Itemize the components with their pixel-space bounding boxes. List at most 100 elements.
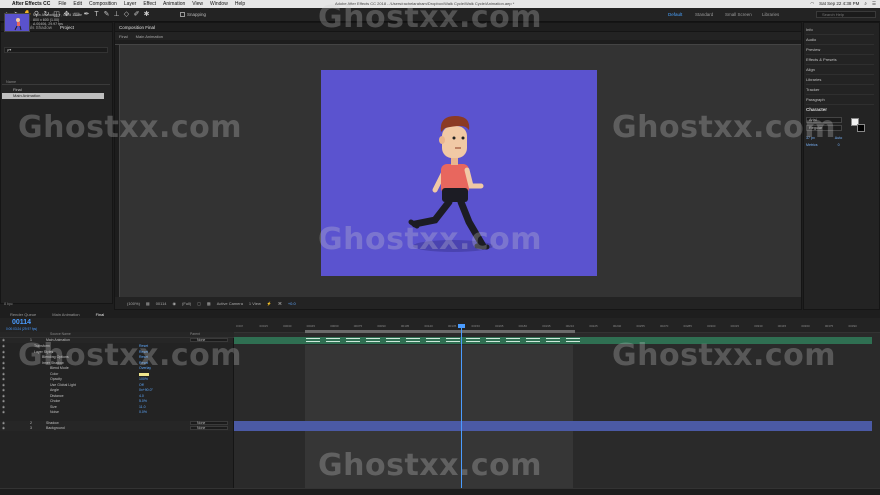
workspace-standard[interactable]: Standard: [695, 12, 713, 17]
row-name[interactable]: Opacity: [50, 377, 62, 382]
property-row[interactable]: ◉ Angle 0x+90.0°: [0, 388, 233, 393]
color-swatch[interactable]: [139, 373, 149, 376]
keyframe-cluster[interactable]: [346, 338, 360, 342]
tab-composition-final[interactable]: Composition Final: [119, 25, 155, 30]
menu-effect[interactable]: Effect: [143, 1, 156, 7]
keyframe-cluster[interactable]: [506, 338, 520, 342]
transparency-grid-icon[interactable]: ▩: [207, 301, 211, 306]
row-name[interactable]: Noise: [50, 410, 59, 415]
parent-dropdown[interactable]: None: [190, 426, 228, 430]
tab-render-queue[interactable]: Render Queue: [10, 312, 36, 317]
menu-view[interactable]: View: [192, 1, 203, 7]
visibility-eye-icon[interactable]: ◉: [2, 338, 5, 343]
menu-layer[interactable]: Layer: [124, 1, 137, 7]
property-row[interactable]: ◉ Choke 5.0%: [0, 399, 233, 404]
panel-info[interactable]: Info: [806, 25, 874, 35]
column-source-name[interactable]: Source Name: [50, 332, 71, 336]
property-row[interactable]: ◉ Noise 0.0%: [0, 410, 233, 415]
eraser-tool-icon[interactable]: ◇: [123, 11, 130, 18]
visibility-eye-icon[interactable]: ◉: [2, 377, 5, 382]
tab-main-animation[interactable]: Main Animation: [52, 312, 79, 317]
visibility-eye-icon[interactable]: ◉: [2, 366, 5, 371]
keyframe-cluster[interactable]: [426, 338, 440, 342]
keyframe-cluster[interactable]: [366, 338, 380, 342]
roto-brush-tool-icon[interactable]: ✐: [133, 11, 140, 18]
menu-composition[interactable]: Composition: [89, 1, 117, 7]
snapping-toggle[interactable]: Snapping: [180, 12, 206, 17]
project-item-main-animation[interactable]: Main Animation: [2, 93, 104, 99]
panel-align[interactable]: Align: [806, 65, 874, 75]
panel-tracker[interactable]: Tracker: [806, 85, 874, 95]
exposure-value[interactable]: +0.0: [288, 301, 296, 306]
spotlight-icon[interactable]: ⌕: [864, 1, 867, 7]
snapping-checkbox[interactable]: [180, 12, 185, 17]
layer-bar-background[interactable]: [234, 426, 872, 431]
menu-edit[interactable]: Edit: [73, 1, 82, 7]
property-value[interactable]: 100%: [139, 377, 148, 382]
menu-animation[interactable]: Animation: [163, 1, 185, 7]
resolution-dropdown[interactable]: (Full): [182, 301, 191, 306]
clock[interactable]: Sat Sep 22 4:38 PM: [819, 1, 859, 7]
keyframe-cluster[interactable]: [406, 338, 420, 342]
notification-icon[interactable]: ☰: [872, 1, 876, 7]
keyframe-cluster[interactable]: [326, 338, 340, 342]
keyframe-cluster[interactable]: [446, 338, 460, 342]
clone-stamp-tool-icon[interactable]: ⊥: [113, 11, 120, 18]
bit-depth-label[interactable]: 8 bpc: [2, 302, 110, 307]
panel-preview[interactable]: Preview: [806, 45, 874, 55]
parent-dropdown[interactable]: None: [190, 421, 228, 425]
crumb-final[interactable]: Final: [119, 34, 128, 39]
workspace-default[interactable]: Default: [668, 12, 682, 17]
panel-effects-presets[interactable]: Effects & Presets: [806, 55, 874, 65]
wifi-icon[interactable]: ◠: [810, 1, 814, 7]
magnification-dropdown[interactable]: (100%): [127, 301, 140, 306]
visibility-eye-icon[interactable]: ◉: [2, 355, 5, 360]
project-search-input[interactable]: ρ▾: [4, 47, 108, 53]
layer-row[interactable]: ◉ 3 Background None: [0, 426, 233, 431]
property-row[interactable]: ◉ Opacity 100%: [0, 377, 233, 382]
column-parent[interactable]: Parent: [190, 332, 200, 336]
visibility-eye-icon[interactable]: ◉: [2, 388, 5, 393]
tab-final[interactable]: Final: [96, 312, 105, 317]
property-value[interactable]: 5.0%: [139, 399, 147, 404]
flowchart-icon[interactable]: ⌘: [278, 301, 282, 306]
search-help-input[interactable]: Search Help: [816, 11, 876, 18]
row-name[interactable]: Background: [46, 426, 65, 431]
menu-file[interactable]: File: [58, 1, 66, 7]
project-column-header[interactable]: Name: [2, 80, 110, 85]
timeline-current-time[interactable]: 00114: [12, 319, 31, 326]
visibility-eye-icon[interactable]: ◉: [2, 399, 5, 404]
work-area-bar[interactable]: [305, 330, 575, 333]
menu-window[interactable]: Window: [210, 1, 228, 7]
puppet-tool-icon[interactable]: ✱: [143, 11, 150, 18]
current-time-display[interactable]: 00114: [156, 301, 167, 306]
row-name[interactable]: Angle: [50, 388, 59, 393]
menu-help[interactable]: Help: [235, 1, 245, 7]
camera-dropdown[interactable]: Active Camera: [217, 301, 243, 306]
keyframe-cluster[interactable]: [386, 338, 400, 342]
property-value[interactable]: 0.0%: [139, 410, 147, 415]
visibility-eye-icon[interactable]: ◉: [2, 344, 5, 349]
keyframe-cluster[interactable]: [526, 338, 540, 342]
panel-libraries[interactable]: Libraries: [806, 75, 874, 85]
keyframe-cluster[interactable]: [486, 338, 500, 342]
row-name[interactable]: Choke: [50, 399, 60, 404]
visibility-eye-icon[interactable]: ◉: [2, 410, 5, 415]
keyframe-cluster[interactable]: [466, 338, 480, 342]
keyframe-cluster[interactable]: [566, 338, 580, 342]
tracking-field[interactable]: 0: [838, 143, 840, 147]
region-of-interest-icon[interactable]: ▢: [197, 301, 201, 306]
keyframe-cluster[interactable]: [306, 338, 320, 342]
keyframe-cluster[interactable]: [546, 338, 560, 342]
stroke-color-swatch[interactable]: [857, 124, 865, 132]
app-menu[interactable]: After Effects CC: [12, 1, 50, 7]
view-layout-dropdown[interactable]: 1 View: [249, 301, 261, 306]
visibility-eye-icon[interactable]: ◉: [2, 426, 5, 431]
fast-previews-icon[interactable]: ⚡: [267, 301, 272, 306]
crumb-main-animation[interactable]: Main Animation: [136, 34, 163, 39]
workspace-libraries[interactable]: Libraries: [762, 12, 779, 17]
property-value[interactable]: 0x+90.0°: [139, 388, 153, 393]
workspace-small-screen[interactable]: Small Screen: [725, 12, 752, 17]
snapshot-icon[interactable]: ◉: [173, 301, 177, 306]
panel-audio[interactable]: Audio: [806, 35, 874, 45]
